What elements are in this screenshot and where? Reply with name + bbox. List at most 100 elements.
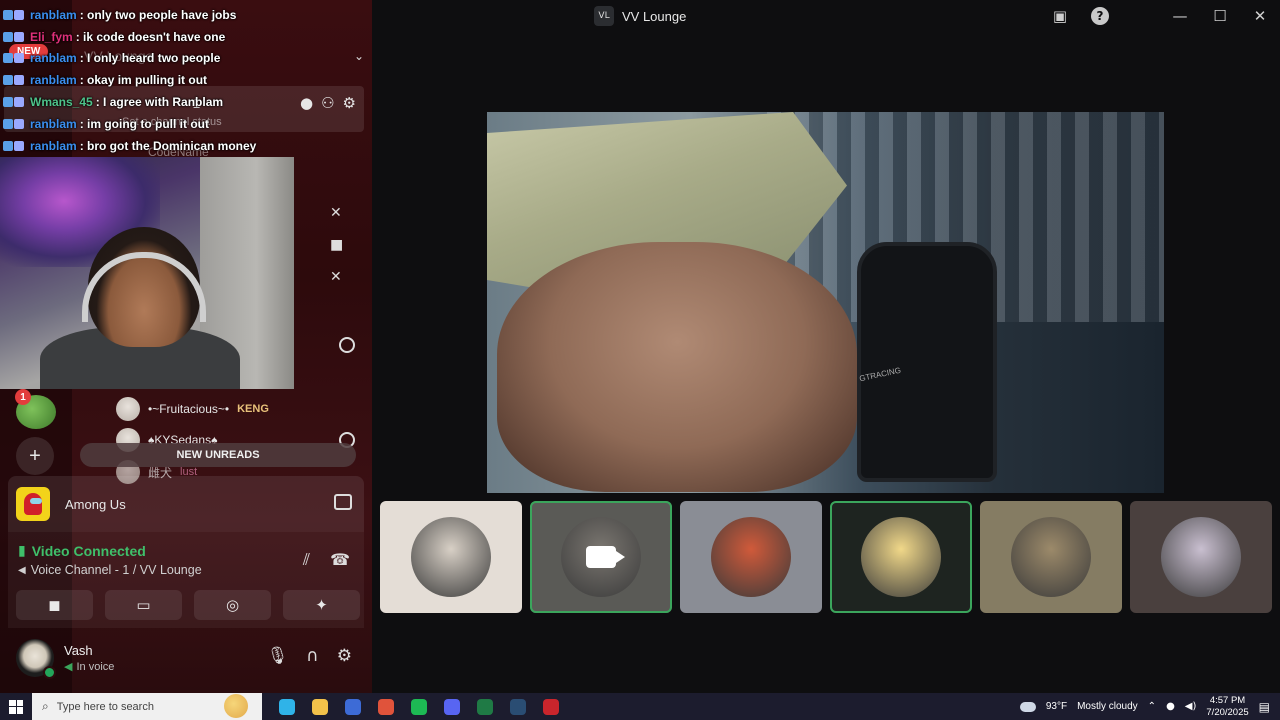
chat-username[interactable]: ranblam [30,117,77,131]
participant-tile[interactable] [830,501,972,613]
participant-tile[interactable] [530,501,672,613]
chat-line: ranblam: bro got the Dominican money [0,135,372,157]
chat-badges [0,97,30,108]
gear-icon[interactable]: ⚙ [337,646,352,666]
video-camera-icon [586,546,625,568]
chat-badges [0,9,30,20]
soundboard-button[interactable]: ✦ [283,590,360,620]
chat-username[interactable]: ranblam [30,139,77,153]
microphone-icon[interactable]: 🎙 [267,646,289,666]
search-placeholder: Type here to search [56,700,154,713]
member-status-icons: ✕ ■ ✕ [330,205,343,285]
windows-taskbar: ⌕ Type here to search 93°F Mostly cloudy… [0,693,1280,720]
camera-off-button[interactable]: ◼ [16,590,93,620]
user-info[interactable]: Vash ◀ In voice [64,643,114,673]
screen-share-button[interactable]: ▭ [105,590,182,620]
chat-username[interactable]: Wmans_45 [30,95,93,109]
connection-status-text: Video Connected [31,543,146,559]
badge-icon [3,9,13,20]
sidebar: NEW VV Lounge ⌄ - 1 Set a channel status… [0,0,372,693]
member-name: •~Fruitacious~• [148,402,230,416]
speaker-icon: ◀ [18,564,26,576]
voice-member[interactable]: •~Fruitacious~• KENG [116,397,269,421]
disconnect-icon[interactable]: ☎ [330,550,350,570]
chat-badges [0,75,30,86]
file-explorer-app-button[interactable] [303,693,336,720]
badge-icon [3,97,13,108]
new-unreads-button[interactable]: NEW UNREADS [80,443,356,467]
volume-icon[interactable]: ◀) [1185,701,1197,712]
title-bar-controls: ▣ ? — ☐ ✕ [1040,0,1280,32]
signal-icon: ▮ [18,543,26,559]
close-icon[interactable]: ✕ [1240,0,1280,32]
start-button[interactable] [0,693,32,720]
server-badge: VL [594,6,614,26]
voice-action-buttons: ◼ ▭ ◎ ✦ [16,590,360,620]
avatar[interactable] [16,639,56,679]
maximize-icon[interactable]: ☐ [1200,0,1240,32]
stream-chat-overlay: ranblam: only two people have jobs Eli_fy… [0,4,372,157]
badge-icon [3,118,13,129]
search-icon: ⌕ [42,699,49,713]
connected-channel[interactable]: ◀ Voice Channel - 1 / VV Lounge [18,563,202,577]
taskbar-search[interactable]: ⌕ Type here to search [32,693,262,720]
game-activity-card[interactable]: Among Us [8,476,364,532]
minimize-icon[interactable]: — [1160,0,1200,32]
excel-icon [476,698,493,715]
chrome-app-button[interactable] [369,693,402,720]
notifications-icon[interactable]: ▤ [1259,700,1270,714]
window-title: VV Lounge [622,8,687,24]
streamer-webcam [0,157,294,389]
participant-tile[interactable] [980,501,1122,613]
chat-message: : ik code doesn't have one [75,29,226,44]
participant-tile[interactable] [680,501,822,613]
help-icon[interactable]: ? [1080,0,1120,32]
vpn-icon [344,698,361,715]
connection-status[interactable]: ▮ Video Connected [18,543,146,559]
among-us-app-app-button[interactable] [534,693,567,720]
chat-badges [0,118,30,129]
muted-deafened-icon: ✕ [330,205,342,221]
participant-tile[interactable] [1130,501,1272,613]
participant-tiles [380,501,1272,613]
weather-temp[interactable]: 93°F [1046,701,1067,712]
discord-app-button[interactable] [435,693,468,720]
discord-window: VL VV Lounge ▣ ? — ☐ ✕ NEW VV Lounge ⌄ -… [0,0,1280,720]
chevron-up-icon[interactable]: ⌃ [1148,701,1156,712]
windows-icon [9,699,23,714]
share-screen-icon[interactable] [334,494,352,510]
spotify-app-button[interactable] [402,693,435,720]
badge-icon [14,118,24,129]
vpn-app-button[interactable] [336,693,369,720]
activities-button[interactable]: ◎ [194,590,271,620]
excel-app-button[interactable] [468,693,501,720]
noise-suppression-icon[interactable]: ⫽ [303,550,310,570]
taskbar-apps [270,693,567,720]
microphone-tray-icon[interactable]: ● [1166,701,1175,712]
chat-username[interactable]: ranblam [30,73,77,87]
chat-username[interactable]: Eli_fym [30,30,73,44]
clock-date: 7/20/2025 [1206,706,1249,718]
add-server-button[interactable]: + [16,437,54,475]
muted-icon: ✕ [330,269,342,285]
participant-tile[interactable] [380,501,522,613]
avatar [711,517,791,597]
spotify-icon [410,698,427,715]
headphones-icon[interactable]: ∩ [306,646,318,666]
chat-username[interactable]: ranblam [30,51,77,65]
weather-desc[interactable]: Mostly cloudy [1077,701,1138,712]
chat-username[interactable]: ranblam [30,8,77,22]
clock[interactable]: 4:57 PM 7/20/2025 [1206,695,1248,719]
edge-app-button[interactable] [270,693,303,720]
user-status-text: In voice [76,660,115,673]
avatar [1011,517,1091,597]
game-name: Among Us [65,496,126,512]
chrome-icon [377,698,394,715]
system-tray: 93°F Mostly cloudy ⌃ ● ◀) 4:57 PM 7/20/2… [1019,693,1280,720]
focused-video-stream[interactable]: GTRACING [487,112,1164,493]
video-icon: ■ [330,237,344,253]
steam-app-button[interactable] [501,693,534,720]
steam-icon [509,698,526,715]
inbox-icon[interactable]: ▣ [1040,0,1080,32]
connected-channel-name: Voice Channel - 1 / VV Lounge [30,563,202,577]
